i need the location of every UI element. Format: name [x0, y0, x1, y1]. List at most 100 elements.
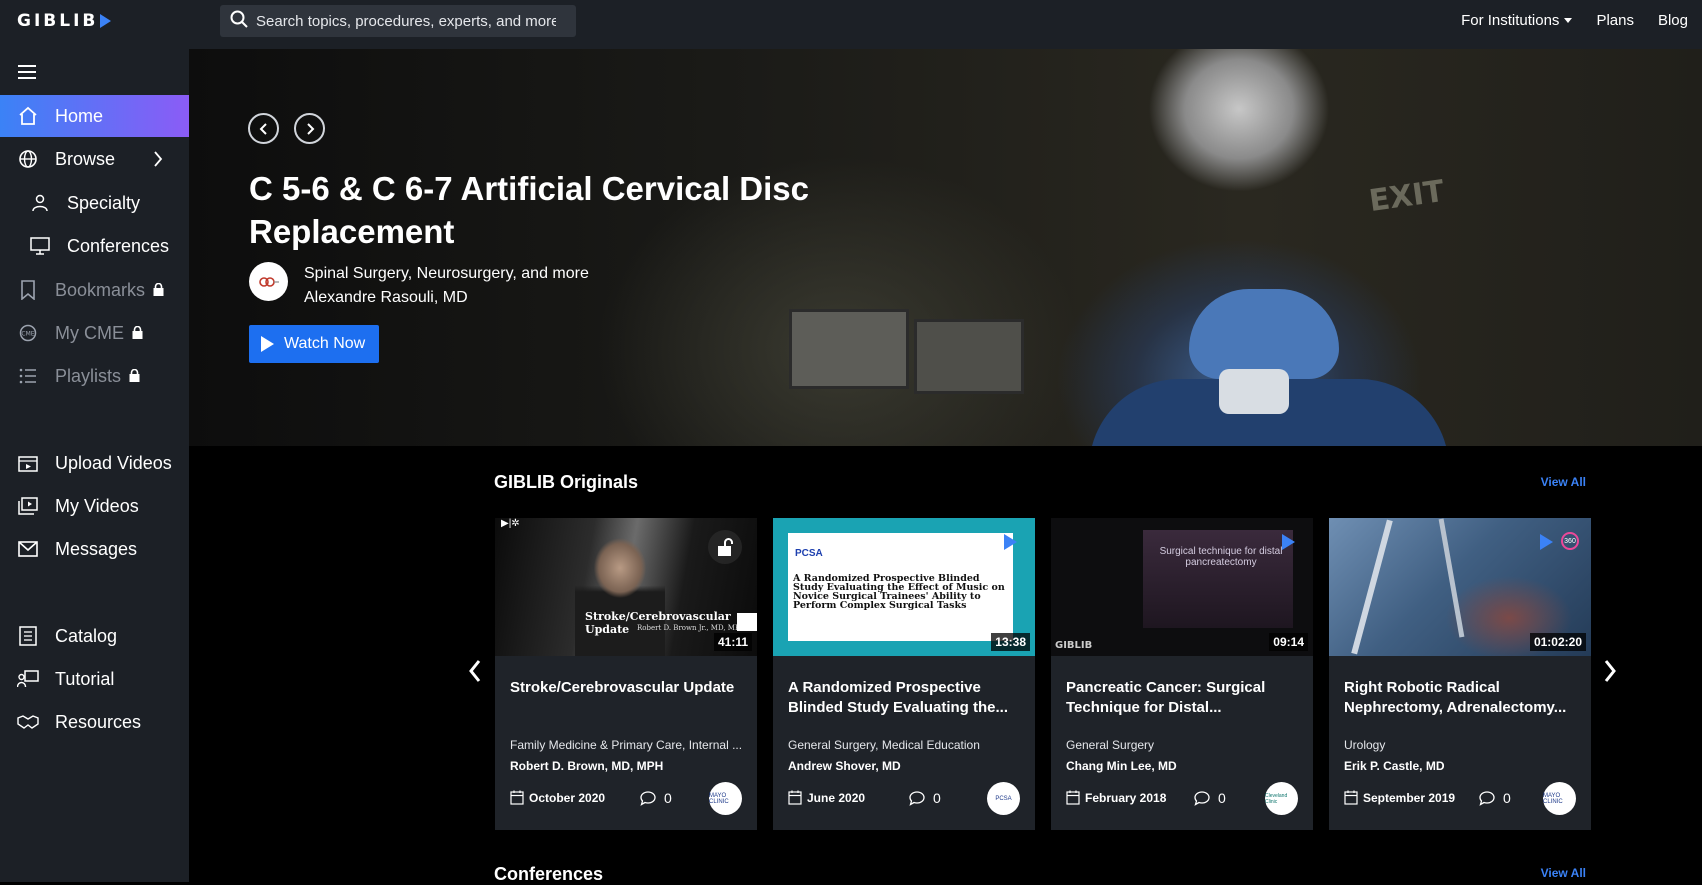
sidebar-item-tutorial[interactable]: Tutorial	[0, 658, 189, 700]
search-box[interactable]	[220, 5, 576, 37]
video-author[interactable]: Erik P. Castle, MD	[1344, 759, 1445, 773]
bookmark-icon	[17, 279, 39, 301]
nav-for-institutions[interactable]: For Institutions	[1461, 12, 1573, 29]
sidebar-item-browse[interactable]: Browse	[0, 138, 189, 180]
chevron-right-icon	[306, 122, 314, 135]
watch-now-button[interactable]: Watch Now	[249, 325, 379, 363]
chevron-right-icon	[1604, 660, 1616, 682]
giblib-logo[interactable]: GIBLIB	[17, 11, 112, 31]
sidebar-item-catalog[interactable]: Catalog	[0, 615, 189, 657]
video-card[interactable]: PCSA A Randomized Prospective Blinded St…	[773, 518, 1035, 830]
video-author[interactable]: Robert D. Brown, MD, MPH	[510, 759, 663, 773]
video-author[interactable]: Andrew Shover, MD	[788, 759, 901, 773]
comment-count-text: 0	[933, 790, 941, 806]
carousel-next-button[interactable]	[1600, 658, 1620, 684]
play-icon	[1282, 534, 1295, 550]
surgical-instrument	[1351, 519, 1393, 655]
institution-logo[interactable]: Cleveland Clinic	[1265, 782, 1298, 815]
main-content: GIBLIB Originals View All Stroke/Cerebro…	[189, 446, 1702, 884]
video-card[interactable]: 360 01:02:20 Right Robotic Radical Nephr…	[1329, 518, 1591, 830]
top-bar: GIBLIB For Institutions Plans Blog	[0, 0, 1702, 49]
view-all-conferences-link[interactable]: View All	[1541, 866, 1586, 880]
sidebar-item-label: Browse	[55, 148, 116, 169]
video-duration: 13:38	[991, 633, 1030, 651]
search-input[interactable]	[256, 12, 556, 30]
calendar-icon	[1344, 790, 1358, 805]
comment-count[interactable]: 0	[1479, 790, 1511, 806]
hero-background-image	[1219, 369, 1289, 414]
thumb-logo-text: PCSA	[795, 548, 823, 559]
hero-next-button[interactable]	[294, 113, 325, 144]
video-title[interactable]: A Randomized Prospective Blinded Study E…	[788, 678, 1023, 718]
video-date: February 2018	[1066, 790, 1166, 805]
view-all-originals-link[interactable]: View All	[1541, 475, 1586, 489]
menu-icon[interactable]	[18, 65, 36, 83]
video-thumbnail[interactable]: Surgical technique for distal pancreatec…	[1051, 518, 1313, 656]
brand-mark-icon: ▶|✲	[501, 518, 520, 529]
vr-360-icon: 360	[1561, 532, 1579, 550]
video-specialty: Urology	[1344, 738, 1386, 752]
speaker-photo	[575, 528, 665, 656]
sidebar-item-label: Catalog	[55, 625, 118, 646]
video-duration: 41:11	[713, 633, 752, 651]
video-date: October 2020	[510, 790, 605, 805]
top-nav: For Institutions Plans Blog	[1461, 12, 1688, 29]
institution-logo[interactable]: MAYO CLINIC	[1543, 782, 1576, 815]
sidebar-item-resources[interactable]: Resources	[0, 701, 189, 743]
comment-count[interactable]: 0	[1194, 790, 1226, 806]
video-thumbnail[interactable]: 360 01:02:20	[1329, 518, 1591, 656]
hero-prev-button[interactable]	[248, 113, 279, 144]
video-thumbnail[interactable]: PCSA A Randomized Prospective Blinded St…	[773, 518, 1035, 656]
sidebar-item-label: Home	[55, 105, 104, 126]
carousel-prev-button[interactable]	[465, 658, 485, 684]
surgical-instrument	[1438, 518, 1465, 638]
video-title[interactable]: Stroke/Cerebrovascular Update	[510, 678, 745, 698]
sidebar-item-upload-videos[interactable]: Upload Videos	[0, 442, 189, 484]
chevron-left-icon	[469, 660, 481, 682]
thumb-caption: A Randomized Prospective Blinded Study E…	[793, 573, 1005, 611]
calendar-icon	[788, 790, 802, 805]
comment-count-text: 0	[1218, 790, 1226, 806]
institution-logo[interactable]: MAYO CLINIC	[709, 782, 742, 815]
sidebar-item-conferences[interactable]: Conferences	[0, 225, 189, 267]
nav-plans[interactable]: Plans	[1596, 12, 1634, 29]
video-card[interactable]: Surgical technique for distal pancreatec…	[1051, 518, 1313, 830]
nav-blog[interactable]: Blog	[1658, 12, 1688, 29]
video-title[interactable]: Right Robotic Radical Nephrectomy, Adren…	[1344, 678, 1579, 718]
sidebar-item-label: Bookmarks	[55, 279, 146, 300]
sidebar-item-my-videos[interactable]: My Videos	[0, 485, 189, 527]
video-duration: 01:02:20	[1529, 633, 1586, 651]
hero-title[interactable]: C 5-6 & C 6-7 Artificial Cervical Disc R…	[249, 167, 849, 253]
video-card[interactable]: Stroke/Cerebrovascular Update Robert D. …	[495, 518, 757, 830]
lock-icon	[132, 323, 143, 344]
video-title[interactable]: Pancreatic Cancer: Surgical Technique fo…	[1066, 678, 1301, 718]
comment-icon	[1479, 790, 1495, 806]
section-title-originals: GIBLIB Originals	[494, 472, 639, 492]
sidebar-item-label: My CME	[55, 322, 124, 343]
comment-count[interactable]: 0	[909, 790, 941, 806]
tutorial-icon	[17, 668, 39, 690]
nav-label: For Institutions	[1461, 12, 1560, 29]
mail-icon	[17, 538, 39, 560]
hero-author[interactable]: Alexandre Rasouli, MD	[304, 289, 468, 307]
sidebar-item-my-cme[interactable]: CME My CME	[0, 312, 189, 354]
logo-play-icon	[100, 14, 112, 28]
catalog-icon	[17, 625, 39, 647]
sidebar-item-playlists[interactable]: Playlists	[0, 355, 189, 397]
institution-logo[interactable]: PCSA	[987, 782, 1020, 815]
handshake-icon	[17, 711, 39, 733]
chevron-left-icon	[259, 122, 267, 135]
comment-count[interactable]: 0	[640, 790, 672, 806]
list-icon	[17, 365, 39, 387]
video-thumbnail[interactable]: Stroke/Cerebrovascular Update Robert D. …	[495, 518, 757, 656]
sidebar-item-bookmarks[interactable]: Bookmarks	[0, 269, 189, 311]
calendar-icon	[1066, 790, 1080, 805]
sidebar-item-specialty[interactable]: Specialty	[0, 182, 189, 224]
institution-logo[interactable]	[249, 262, 288, 301]
play-icon	[1004, 534, 1017, 550]
sidebar-item-home[interactable]: Home	[0, 95, 189, 137]
comment-icon	[909, 790, 925, 806]
sidebar-item-messages[interactable]: Messages	[0, 528, 189, 570]
video-author[interactable]: Chang Min Lee, MD	[1066, 759, 1177, 773]
hero-carousel-controls	[248, 113, 325, 144]
